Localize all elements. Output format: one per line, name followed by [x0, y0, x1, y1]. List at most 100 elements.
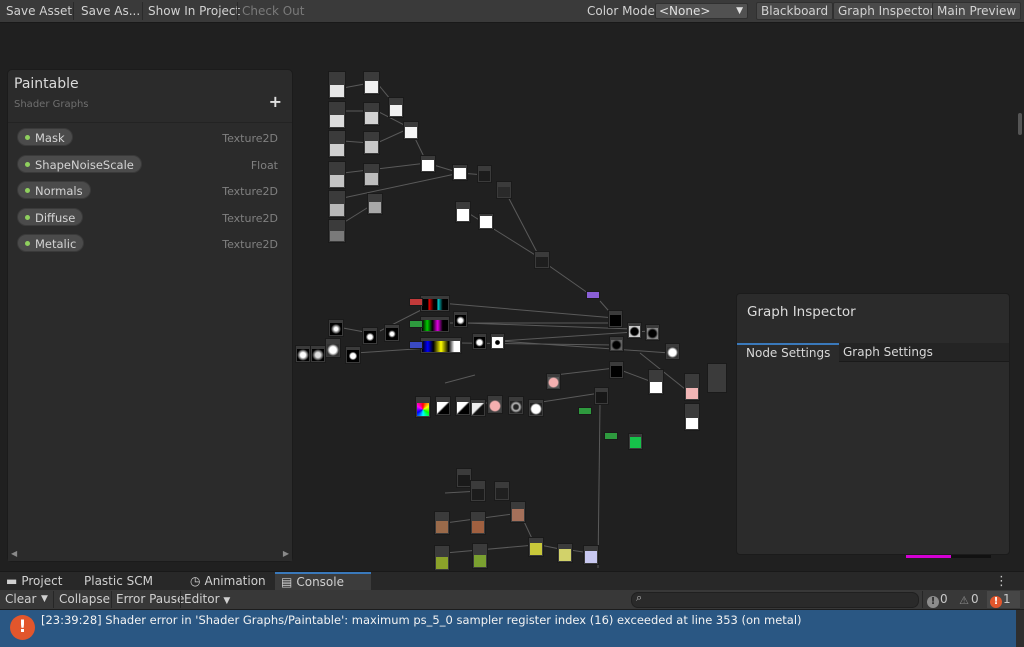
- channel-split-node[interactable]: [420, 295, 450, 312]
- tab-plastic-scm[interactable]: Plastic SCM: [78, 572, 159, 591]
- texture-sample-node[interactable]: [328, 71, 346, 99]
- shape-node[interactable]: [508, 396, 524, 415]
- output-node[interactable]: [648, 369, 664, 395]
- error-count-toggle[interactable]: ! 1: [987, 591, 1020, 608]
- shape-node[interactable]: [328, 319, 344, 337]
- texture-sample-node[interactable]: [363, 163, 380, 187]
- shape-node[interactable]: [645, 324, 660, 341]
- property-node[interactable]: [604, 432, 618, 440]
- property-node[interactable]: [409, 320, 423, 328]
- texture-sample-node[interactable]: [470, 511, 486, 535]
- color-node[interactable]: [487, 395, 503, 414]
- gradient-node[interactable]: [470, 399, 486, 417]
- texture-sample-node[interactable]: [557, 543, 573, 563]
- add-property-icon[interactable]: +: [269, 92, 282, 111]
- shape-node[interactable]: [295, 345, 311, 363]
- property-pill[interactable]: Diffuse: [17, 207, 84, 226]
- color-mode-dropdown[interactable]: <None> ▼: [655, 3, 748, 19]
- shape-node[interactable]: [325, 338, 341, 358]
- property-pill[interactable]: Metalic: [17, 234, 85, 252]
- shape-node[interactable]: [609, 336, 624, 352]
- multiply-node[interactable]: [388, 97, 404, 118]
- shape-node[interactable]: [665, 343, 680, 360]
- texture-sample-node[interactable]: [328, 219, 346, 243]
- blackboard-toggle-button[interactable]: Blackboard: [756, 2, 834, 20]
- console-log-entry[interactable]: ! [23:39:28] Shader error in 'Shader Gra…: [0, 610, 1016, 647]
- texture-sample-node[interactable]: [434, 545, 450, 570]
- texture-sample-node[interactable]: [434, 511, 450, 535]
- texture-sample-node[interactable]: [367, 193, 383, 215]
- noise-node[interactable]: [477, 165, 492, 183]
- property-pill[interactable]: Normals: [17, 181, 91, 199]
- noise-node[interactable]: [496, 181, 512, 199]
- texture-sample-node[interactable]: [363, 71, 380, 95]
- texture-sample-node[interactable]: [470, 480, 486, 502]
- console-scrollbar[interactable]: [1016, 610, 1024, 647]
- property-row[interactable]: Mask Texture2D: [8, 123, 292, 150]
- scroll-left-icon[interactable]: ◀: [11, 549, 17, 558]
- property-node[interactable]: [586, 291, 600, 299]
- texture-sample-node[interactable]: [363, 131, 380, 155]
- master-stack-node[interactable]: [707, 363, 727, 393]
- shape-node[interactable]: [472, 333, 487, 350]
- graph-inspector-toggle-button[interactable]: Graph Inspector: [833, 2, 940, 20]
- property-row[interactable]: Diffuse Texture2D: [8, 203, 292, 230]
- noise-node[interactable]: [594, 387, 609, 405]
- gradient-node[interactable]: [455, 396, 471, 416]
- check-out-button[interactable]: Check Out: [238, 2, 308, 20]
- shape-node[interactable]: [608, 310, 623, 328]
- shape-node[interactable]: [609, 361, 624, 379]
- warning-count-toggle[interactable]: ⚠ 0: [955, 591, 979, 608]
- shape-node[interactable]: [345, 346, 361, 364]
- add-node[interactable]: [403, 121, 419, 140]
- texture-sample-node[interactable]: [494, 481, 510, 501]
- editor-dropdown[interactable]: Editor ▼: [181, 591, 233, 608]
- texture-sample-node[interactable]: [328, 130, 346, 158]
- lerp-node[interactable]: [420, 155, 436, 173]
- shape-node[interactable]: [453, 311, 468, 328]
- color-node[interactable]: [628, 433, 643, 450]
- scroll-right-icon[interactable]: ▶: [283, 549, 289, 558]
- color-wheel-node[interactable]: [415, 396, 431, 418]
- save-as-button[interactable]: Save As...: [77, 2, 144, 20]
- shape-node[interactable]: [528, 399, 544, 417]
- texture-sample-node[interactable]: [328, 101, 346, 129]
- lerp-node[interactable]: [478, 213, 494, 230]
- tab-graph-settings[interactable]: Graph Settings: [834, 343, 942, 361]
- property-row[interactable]: ShapeNoiseScale Float: [8, 150, 292, 177]
- tab-animation[interactable]: ◷ Animation: [184, 572, 272, 591]
- main-preview-toggle-button[interactable]: Main Preview: [932, 2, 1022, 20]
- shape-node[interactable]: [490, 333, 505, 350]
- console-search-input[interactable]: ⌕: [631, 591, 919, 608]
- output-node[interactable]: [684, 373, 700, 401]
- shape-node[interactable]: [362, 327, 378, 345]
- tab-project[interactable]: ▬ Project: [0, 572, 68, 591]
- shape-node[interactable]: [384, 324, 400, 342]
- property-row[interactable]: Metalic Texture2D: [8, 229, 292, 256]
- texture-sample-node[interactable]: [583, 545, 599, 565]
- tab-node-settings[interactable]: Node Settings: [737, 343, 840, 363]
- lerp-node[interactable]: [452, 164, 468, 181]
- texture-sample-node[interactable]: [528, 537, 544, 557]
- save-asset-button[interactable]: Save Asset: [2, 2, 76, 20]
- clear-button[interactable]: Clear: [2, 591, 39, 608]
- log-count-toggle[interactable]: ! 0: [924, 591, 948, 608]
- noise-node[interactable]: [534, 251, 550, 269]
- canvas-scrollbar[interactable]: [1018, 113, 1022, 135]
- clear-options-chevron-icon[interactable]: ▼: [38, 591, 51, 608]
- property-pill[interactable]: ShapeNoiseScale: [17, 154, 142, 173]
- kebab-menu-icon[interactable]: ⋮: [995, 574, 1008, 589]
- texture-sample-node[interactable]: [328, 161, 346, 189]
- texture-sample-node[interactable]: [328, 190, 346, 218]
- lerp-node[interactable]: [455, 201, 471, 223]
- error-pause-button[interactable]: Error Pause: [113, 591, 187, 608]
- texture-sample-node[interactable]: [510, 501, 526, 523]
- property-node[interactable]: [409, 298, 423, 306]
- output-node[interactable]: [684, 403, 700, 431]
- channel-split-node[interactable]: [420, 337, 462, 354]
- blackboard-scrollbar[interactable]: ◀ ▶: [8, 549, 292, 561]
- collapse-button[interactable]: Collapse: [56, 591, 113, 608]
- gradient-node[interactable]: [435, 396, 451, 416]
- shape-node[interactable]: [627, 322, 642, 339]
- property-node[interactable]: [409, 341, 423, 349]
